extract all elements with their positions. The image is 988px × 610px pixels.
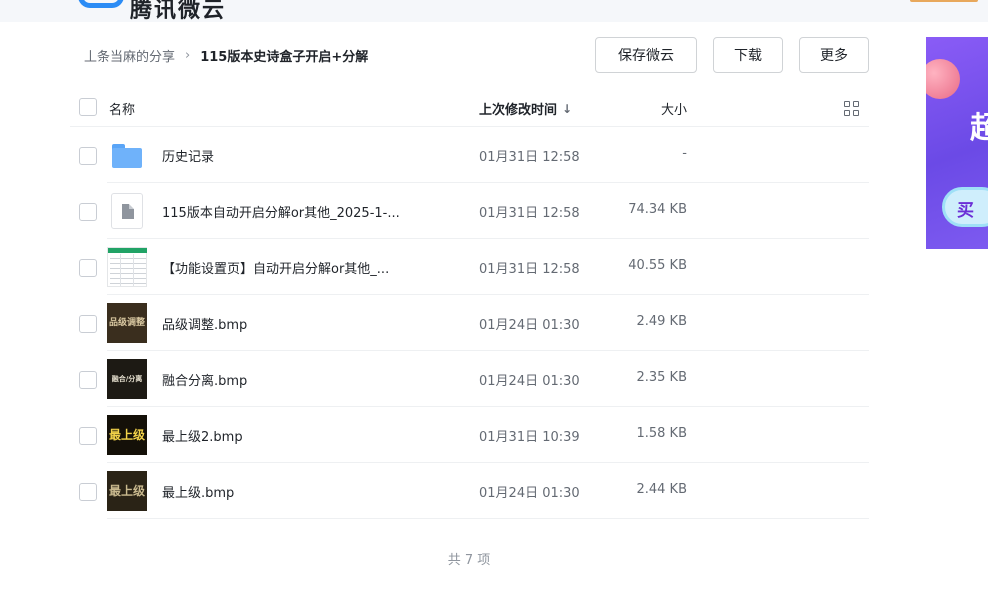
ad-buy-pill[interactable]: 买 <box>942 187 988 227</box>
file-modified-time: 01月31日 12:58 <box>479 150 580 165</box>
column-header-modified-time[interactable]: 上次修改时间 ↓ <box>479 99 572 119</box>
top-right-button[interactable] <box>910 0 978 2</box>
folder-icon <box>107 135 147 175</box>
breadcrumb-current: 115版本史诗盒子开启+分解 <box>200 49 369 65</box>
row-checkbox[interactable] <box>79 371 97 389</box>
ad-banner[interactable]: 超 买 <box>926 37 988 249</box>
file-modified-time: 01月31日 10:39 <box>479 430 580 445</box>
breadcrumb: 丄条当麻的分享 › 115版本史诗盒子开启+分解 <box>84 45 368 65</box>
file-table-header: 名称 上次修改时间 ↓ 大小 <box>70 87 869 127</box>
row-divider <box>107 518 869 519</box>
table-row[interactable]: 【功能设置页】自动开启分解or其他_... 01月31日 12:58 40.55… <box>70 239 869 295</box>
grid-view-icon[interactable] <box>844 101 859 116</box>
table-row[interactable]: 历史记录 01月31日 12:58 - <box>70 127 869 183</box>
more-button[interactable]: 更多 <box>799 37 869 73</box>
thumbnail-text: 最上级 <box>108 428 145 442</box>
file-name[interactable]: 【功能设置页】自动开启分解or其他_... <box>162 258 389 277</box>
breadcrumb-parent-link[interactable]: 丄条当麻的分享 <box>84 46 175 65</box>
row-checkbox[interactable] <box>79 259 97 277</box>
row-checkbox[interactable] <box>79 203 97 221</box>
file-modified-time: 01月24日 01:30 <box>479 486 580 501</box>
row-checkbox[interactable] <box>79 147 97 165</box>
file-size: - <box>682 146 687 161</box>
file-name[interactable]: 最上级.bmp <box>162 482 234 501</box>
file-modified-time: 01月24日 01:30 <box>479 318 580 333</box>
row-checkbox[interactable] <box>79 427 97 445</box>
document-icon <box>107 191 147 231</box>
ad-buy-label: 买 <box>957 201 974 221</box>
sort-down-icon[interactable]: ↓ <box>562 102 572 116</box>
table-row[interactable]: 融合/分离 融合分离.bmp 01月24日 01:30 2.35 KB <box>70 351 869 407</box>
image-thumbnail-icon: 融合/分离 <box>107 359 147 399</box>
row-checkbox[interactable] <box>79 483 97 501</box>
ad-ball-decoration <box>926 59 960 99</box>
column-header-size[interactable]: 大小 <box>661 99 687 118</box>
column-header-name[interactable]: 名称 <box>109 99 135 118</box>
file-modified-time: 01月24日 01:30 <box>479 374 580 389</box>
file-size: 1.58 KB <box>636 426 687 441</box>
spreadsheet-thumbnail-icon <box>107 247 147 287</box>
download-button[interactable]: 下载 <box>713 37 783 73</box>
table-row[interactable]: 品级调整 品级调整.bmp 01月24日 01:30 2.49 KB <box>70 295 869 351</box>
ad-headline: 超 <box>970 111 988 146</box>
thumbnail-text: 融合/分离 <box>111 374 143 383</box>
weiyun-logo-icon[interactable] <box>78 0 124 8</box>
file-modified-time: 01月31日 12:58 <box>479 206 580 221</box>
image-thumbnail-icon: 最上级 <box>107 415 147 455</box>
file-name[interactable]: 最上级2.bmp <box>162 426 243 445</box>
file-size: 74.34 KB <box>628 202 687 217</box>
image-thumbnail-icon: 品级调整 <box>107 303 147 343</box>
top-bar: 腾讯微云 <box>0 0 988 22</box>
thumbnail-text: 品级调整 <box>108 317 145 328</box>
select-all-checkbox[interactable] <box>79 98 97 116</box>
column-header-modified-time-label: 上次修改时间 <box>479 103 558 118</box>
brand-name[interactable]: 腾讯微云 <box>130 0 226 22</box>
row-checkbox[interactable] <box>79 315 97 333</box>
file-name[interactable]: 品级调整.bmp <box>162 314 247 333</box>
table-row[interactable]: 115版本自动开启分解or其他_2025-1-... 01月31日 12:58 … <box>70 183 869 239</box>
item-count: 共 7 项 <box>447 553 491 568</box>
file-size: 40.55 KB <box>628 258 687 273</box>
file-size: 2.35 KB <box>636 370 687 385</box>
table-row[interactable]: 最上级 最上级2.bmp 01月31日 10:39 1.58 KB <box>70 407 869 463</box>
chevron-right-icon: › <box>185 47 191 63</box>
file-size: 2.49 KB <box>636 314 687 329</box>
save-to-weiyun-button[interactable]: 保存微云 <box>595 37 697 73</box>
thumbnail-text: 最上级 <box>108 484 145 498</box>
table-row[interactable]: 最上级 最上级.bmp 01月24日 01:30 2.44 KB <box>70 463 869 519</box>
file-name[interactable]: 融合分离.bmp <box>162 370 247 389</box>
file-name[interactable]: 115版本自动开启分解or其他_2025-1-... <box>162 202 400 221</box>
file-size: 2.44 KB <box>636 482 687 497</box>
image-thumbnail-icon: 最上级 <box>107 471 147 511</box>
file-name[interactable]: 历史记录 <box>162 146 214 165</box>
file-modified-time: 01月31日 12:58 <box>479 262 580 277</box>
